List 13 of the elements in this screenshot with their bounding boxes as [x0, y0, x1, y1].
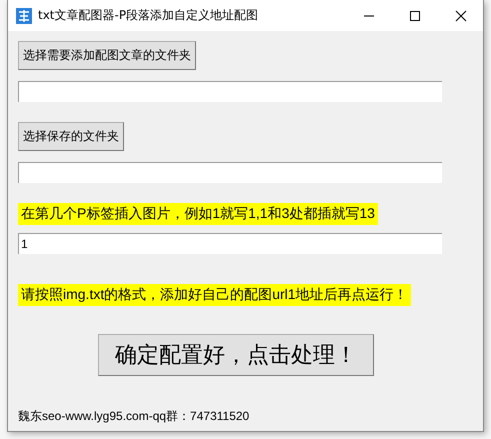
close-icon[interactable]	[455, 10, 467, 22]
input-field[interactable]	[18, 81, 442, 102]
folder-button[interactable]: 选择保存的文件夹	[18, 122, 124, 151]
process-button[interactable]: 确定配置好，点击处理！	[98, 334, 374, 376]
input-field[interactable]: 1	[18, 233, 442, 254]
input-field[interactable]	[18, 162, 442, 183]
instruction-label: 请按照img.txt的格式，添加好自己的配图url1地址后再点运行！	[18, 284, 411, 306]
instruction-label: 在第几个P标签插入图片，例如1就写1,1和3处都插就写13	[18, 203, 378, 225]
footer-text: 魏东seo-www.lyg95.com-qq群：747311520	[18, 408, 250, 425]
app-icon	[16, 8, 32, 24]
window-title: txt文章配图器-P段落添加自定义地址配图	[38, 7, 260, 24]
folder-button[interactable]: 选择需要添加配图文章的文件夹	[18, 41, 196, 70]
maximize-icon[interactable]	[409, 10, 421, 22]
